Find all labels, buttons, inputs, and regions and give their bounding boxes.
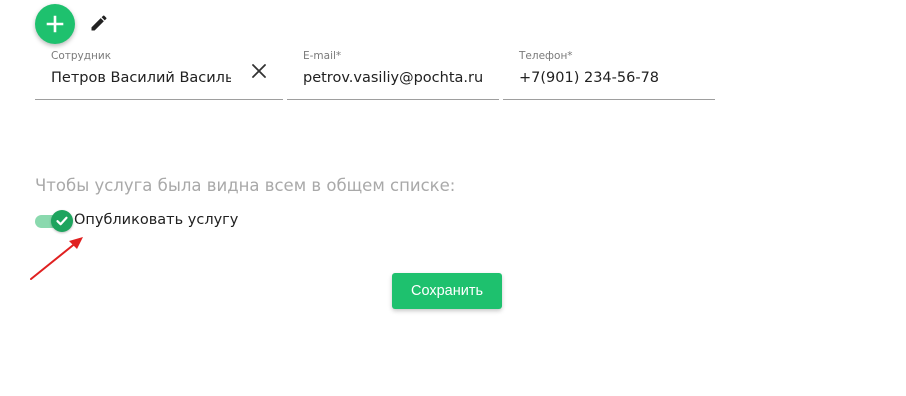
employee-label: Сотрудник	[51, 50, 112, 62]
pencil-icon	[91, 15, 107, 31]
plus-icon	[46, 15, 64, 33]
email-field[interactable]: E-mail* petrov.vasiliy@pochta.ru	[287, 50, 499, 100]
email-label: E-mail*	[303, 50, 342, 62]
add-button[interactable]	[35, 4, 75, 44]
phone-field[interactable]: Телефон* +7(901) 234-56-78	[503, 50, 715, 100]
edit-button[interactable]	[87, 11, 111, 35]
close-icon	[252, 64, 266, 78]
email-value[interactable]: petrov.vasiliy@pochta.ru	[303, 70, 483, 86]
phone-label: Телефон*	[519, 50, 573, 62]
service-form: Сотрудник Петров Василий Васильевич E-ma…	[0, 0, 906, 396]
employee-value[interactable]: Петров Василий Васильевич	[51, 70, 231, 86]
phone-value[interactable]: +7(901) 234-56-78	[519, 70, 659, 86]
annotation-arrow-icon	[30, 237, 83, 280]
publish-label[interactable]: Опубликовать услугу	[74, 212, 238, 228]
check-icon	[56, 216, 68, 226]
clear-employee-button[interactable]	[248, 60, 270, 82]
toggle-thumb	[51, 210, 73, 232]
employee-field[interactable]: Сотрудник Петров Василий Васильевич	[35, 50, 283, 100]
visibility-hint: Чтобы услуга была видна всем в общем спи…	[35, 176, 456, 195]
save-button[interactable]: Сохранить	[392, 273, 502, 309]
